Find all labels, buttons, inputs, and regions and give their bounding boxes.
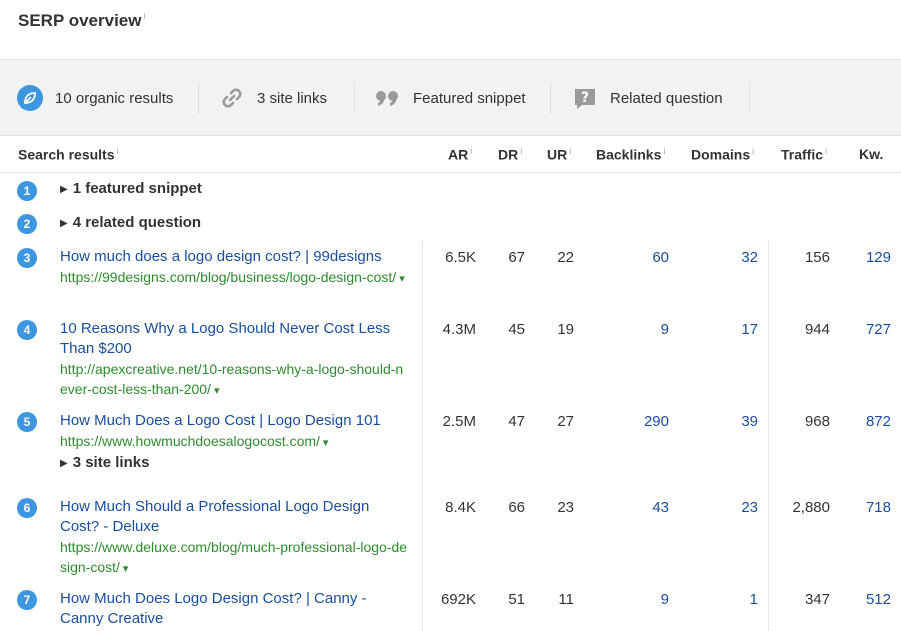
result-title-link[interactable]: How Much Should a Professional Logo Desi… [60, 497, 410, 537]
feature-site-links[interactable]: 3 site links [219, 60, 327, 136]
result-title-link[interactable]: How Much Does a Logo Cost | Logo Design … [60, 411, 410, 431]
column-header-ar[interactable]: AR i [448, 146, 472, 163]
column-header-search-results[interactable]: Search results i [18, 146, 119, 163]
chevron-down-icon[interactable]: ▾ [399, 273, 405, 285]
svg-text:?: ? [581, 90, 589, 106]
result-title-link[interactable]: 10 Reasons Why a Logo Should Never Cost … [60, 319, 410, 359]
feature-featured-snippet[interactable]: Featured snippet [375, 60, 526, 136]
info-icon[interactable]: i [143, 11, 145, 21]
column-separator [768, 241, 769, 631]
result-title-link[interactable]: How Much Does Logo Design Cost? | Canny … [60, 589, 410, 629]
cell-traffic: 944 [804, 321, 830, 338]
result-url[interactable]: http://apexcreative.net/10-reasons-why-a… [60, 359, 410, 401]
cell-ur: 27 [557, 413, 574, 430]
position-badge: 4 [17, 320, 37, 340]
cell-traffic: 2,880 [792, 499, 830, 516]
expand-triangle-icon: ▶ [60, 184, 68, 195]
cell-backlinks[interactable]: 9 [661, 591, 669, 608]
chevron-down-icon[interactable]: ▾ [123, 563, 129, 575]
serp-overview-header: SERP overview i [0, 0, 901, 60]
column-header-traffic[interactable]: Traffic i [781, 146, 827, 163]
group-related-question[interactable]: ▶ 4 related question [60, 214, 201, 231]
result-url[interactable]: https://www.howmuchdoesalogocost.com/▾ [60, 431, 410, 453]
cell-backlinks[interactable]: 290 [644, 413, 669, 430]
cell-ar: 4.3M [442, 321, 476, 338]
cell-ar: 6.5K [445, 249, 476, 266]
cell-traffic: 347 [804, 591, 830, 608]
cell-domains[interactable]: 1 [750, 591, 758, 608]
page-title: SERP overview i [18, 11, 146, 30]
cell-ar: 8.4K [445, 499, 476, 516]
position-badge: 2 [17, 214, 37, 234]
serp-features-bar: 10 organic results 3 site links Featured… [0, 60, 901, 136]
divider [550, 82, 551, 114]
cell-domains[interactable]: 39 [741, 413, 758, 430]
cell-dr: 67 [508, 249, 525, 266]
cell-dr: 66 [508, 499, 525, 516]
column-header-backlinks[interactable]: Backlinks i [596, 146, 665, 163]
cell-ar: 2.5M [442, 413, 476, 430]
cell-domains[interactable]: 23 [741, 499, 758, 516]
cell-kw[interactable]: 727 [866, 321, 891, 338]
divider [198, 82, 199, 114]
cell-kw[interactable]: 718 [866, 499, 891, 516]
cell-backlinks[interactable]: 43 [652, 499, 669, 516]
cell-domains[interactable]: 32 [741, 249, 758, 266]
cell-ar: 692K [440, 591, 476, 608]
cell-traffic: 156 [804, 249, 830, 266]
result-url[interactable]: https://www.deluxe.com/blog/much-profess… [60, 537, 410, 579]
column-separator [422, 241, 423, 631]
cell-ur: 22 [557, 249, 574, 266]
chevron-down-icon[interactable]: ▾ [214, 385, 220, 397]
column-header-domains[interactable]: Domains i [691, 146, 754, 163]
group-featured-snippet[interactable]: ▶ 1 featured snippet [60, 180, 202, 197]
chevron-down-icon[interactable]: ▾ [323, 437, 329, 449]
column-header-ur[interactable]: UR i [547, 146, 571, 163]
cell-ur: 19 [557, 321, 574, 338]
position-badge: 7 [17, 590, 37, 610]
header-divider [0, 172, 901, 173]
cell-kw[interactable]: 129 [866, 249, 891, 266]
cell-kw[interactable]: 512 [866, 591, 891, 608]
leaf-icon [17, 85, 43, 111]
expand-triangle-icon: ▶ [60, 458, 68, 469]
feature-organic-results[interactable]: 10 organic results [17, 60, 173, 136]
divider [749, 82, 750, 114]
position-badge: 3 [17, 248, 37, 268]
cell-traffic: 968 [804, 413, 830, 430]
cell-ur: 23 [557, 499, 574, 516]
feature-related-question[interactable]: ? Related question [572, 60, 723, 136]
cell-dr: 45 [508, 321, 525, 338]
column-header-dr[interactable]: DR i [498, 146, 522, 163]
position-badge: 6 [17, 498, 37, 518]
quote-icon [375, 85, 401, 111]
result-url[interactable]: https://99designs.com/blog/business/logo… [60, 267, 410, 289]
group-site-links[interactable]: ▶ 3 site links [60, 454, 149, 471]
cell-backlinks[interactable]: 9 [661, 321, 669, 338]
position-badge: 1 [17, 181, 37, 201]
divider [354, 82, 355, 114]
cell-dr: 47 [508, 413, 525, 430]
cell-backlinks[interactable]: 60 [652, 249, 669, 266]
cell-domains[interactable]: 17 [741, 321, 758, 338]
result-title-link[interactable]: How much does a logo design cost? | 99de… [60, 247, 410, 267]
position-badge: 5 [17, 412, 37, 432]
chain-link-icon [219, 85, 245, 111]
cell-kw[interactable]: 872 [866, 413, 891, 430]
cell-ur: 11 [558, 591, 574, 608]
expand-triangle-icon: ▶ [60, 218, 68, 229]
cell-dr: 51 [508, 591, 525, 608]
question-icon: ? [572, 85, 598, 111]
column-header-kw[interactable]: Kw. [859, 146, 883, 162]
